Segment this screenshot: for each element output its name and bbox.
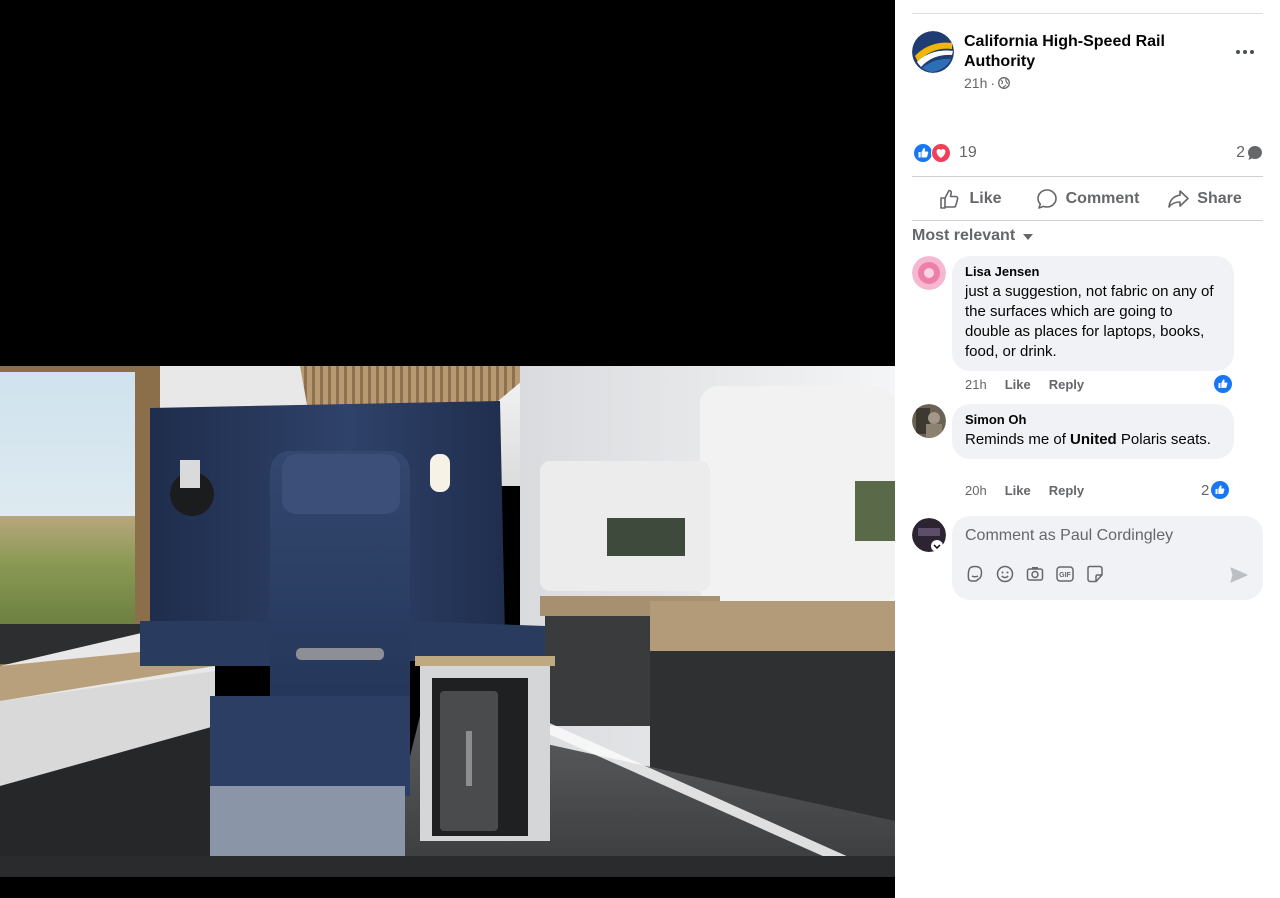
comment-like-link[interactable]: Like <box>1005 483 1031 498</box>
share-icon <box>1168 189 1190 208</box>
comment-text-part: Reminds me of <box>965 431 1071 448</box>
thumbs-up-icon <box>940 189 959 209</box>
share-button-label: Share <box>1197 189 1242 207</box>
meta-separator: · <box>990 75 996 91</box>
comment-count[interactable]: 2 <box>1236 144 1263 162</box>
page-avatar[interactable] <box>912 31 954 73</box>
camera-icon <box>1026 567 1044 581</box>
like-reaction-icon <box>913 143 933 163</box>
share-button[interactable]: Share <box>1146 177 1263 220</box>
comment-reaction-count: 2 <box>1201 481 1210 499</box>
emoji-icon <box>996 565 1014 583</box>
reactions-summary: 19 2 <box>912 141 1263 165</box>
more-horizontal-icon <box>1236 50 1240 54</box>
sort-label: Most relevant <box>912 227 1016 244</box>
avatar-image <box>912 518 946 552</box>
cabin-image <box>0 366 895 877</box>
sticker-button[interactable] <box>1085 564 1105 584</box>
avatar-image <box>912 404 946 438</box>
commenter-avatar[interactable] <box>912 256 946 290</box>
globe-icon <box>998 77 1010 89</box>
composer-toolbar: GIF <box>965 564 1105 584</box>
commenter-avatar[interactable] <box>912 404 946 438</box>
comment-sort-dropdown[interactable]: Most relevant <box>912 227 1034 245</box>
comment-text-bold: United <box>1070 431 1117 448</box>
comment-bubble: Simon Oh Reminds me of United Polaris se… <box>952 404 1234 459</box>
post-header: California High-Speed Rail Authority 21h… <box>912 31 1263 101</box>
reaction-icons[interactable] <box>913 143 953 163</box>
photo-button[interactable] <box>1025 564 1045 584</box>
comment-actions: 20h Like Reply <box>965 483 1084 498</box>
comment-count-number: 2 <box>1236 144 1245 161</box>
sticker-icon <box>1087 565 1103 583</box>
page-name[interactable]: California High-Speed Rail Authority <box>964 32 1204 72</box>
comment-text: Reminds me of United Polaris seats. <box>965 430 1221 450</box>
comment-input[interactable]: Comment as Paul Cordingley <box>965 527 1173 545</box>
comment-button-label: Comment <box>1065 189 1140 207</box>
current-user-avatar[interactable] <box>912 518 946 552</box>
like-button-label: Like <box>969 189 1002 207</box>
comment-button[interactable]: Comment <box>1029 177 1146 220</box>
gif-button[interactable]: GIF <box>1055 564 1075 584</box>
avatar-sticker-button[interactable] <box>965 564 985 584</box>
post-panel: California High-Speed Rail Authority 21h… <box>895 0 1280 898</box>
send-icon[interactable] <box>1229 565 1249 585</box>
comment-actions: 21h Like Reply <box>965 377 1084 392</box>
comment-text: just a suggestion, not fabric on any of … <box>965 283 1214 360</box>
more-dot <box>1250 50 1254 54</box>
caret-down-icon <box>1023 234 1034 240</box>
like-reaction-icon <box>1211 481 1230 499</box>
post-meta: 21h · <box>964 75 1010 91</box>
comment-reply-link[interactable]: Reply <box>1049 483 1084 498</box>
train-cabin-photo[interactable] <box>0 366 895 877</box>
comment-bubble-icon <box>1248 146 1262 160</box>
photo-viewer <box>0 0 895 898</box>
comment-time[interactable]: 21h <box>965 377 987 392</box>
post-action-bar: Like Comment Share <box>912 176 1263 221</box>
comment-reaction[interactable]: 2 <box>1201 481 1230 499</box>
gif-label: GIF <box>1059 572 1071 579</box>
comment-composer: Comment as Paul Cordingley GIF <box>952 516 1263 600</box>
comment-like-link[interactable]: Like <box>1005 377 1031 392</box>
post-time[interactable]: 21h <box>964 75 987 91</box>
emoji-button[interactable] <box>995 564 1015 584</box>
gif-icon: GIF <box>1056 566 1074 582</box>
more-dot <box>1243 50 1247 54</box>
comment-author[interactable]: Lisa Jensen <box>965 264 1221 280</box>
love-reaction-icon <box>931 143 951 163</box>
comment-reaction[interactable] <box>1212 375 1232 393</box>
comment-bubble: Lisa Jensen just a suggestion, not fabri… <box>952 256 1234 371</box>
comment-text-part: Polaris seats. <box>1116 431 1211 448</box>
like-reaction-icon <box>1214 375 1232 393</box>
more-options-button[interactable] <box>1231 38 1259 66</box>
avatar-image <box>912 256 946 290</box>
comment-icon <box>1036 188 1057 209</box>
top-divider <box>912 13 1263 14</box>
avatar-sticker-icon <box>967 565 983 582</box>
reaction-count[interactable]: 19 <box>959 144 977 162</box>
comment-time[interactable]: 20h <box>965 483 987 498</box>
comment-reply-link[interactable]: Reply <box>1049 377 1084 392</box>
like-button[interactable]: Like <box>912 177 1029 220</box>
rail-logo-icon <box>912 31 954 73</box>
comment-author[interactable]: Simon Oh <box>965 412 1221 428</box>
